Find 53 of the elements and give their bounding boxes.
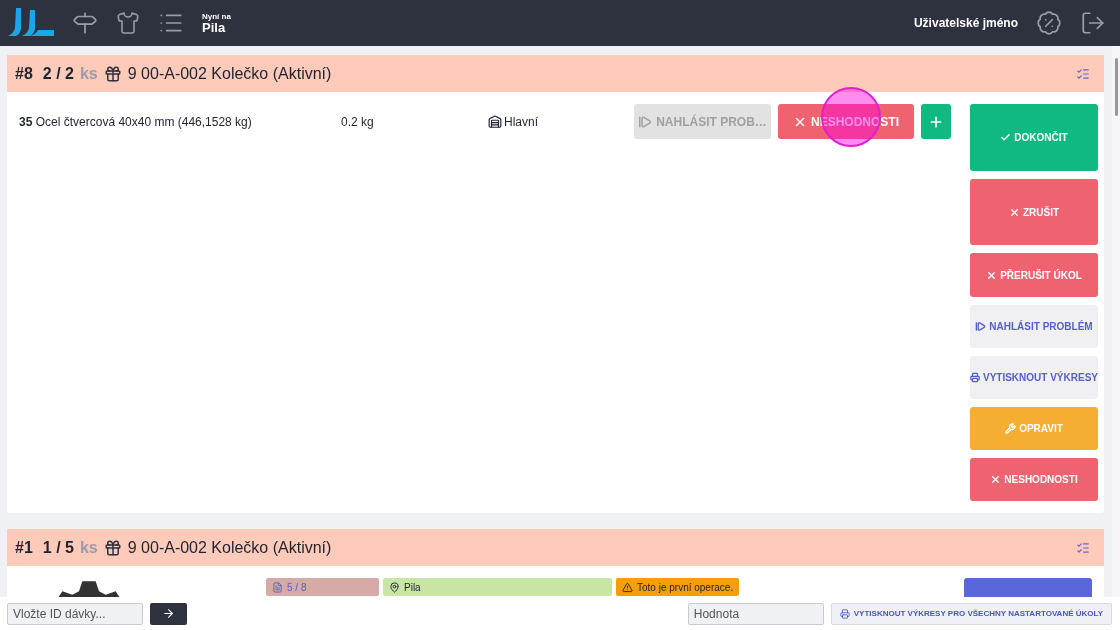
close-icon xyxy=(990,474,1002,485)
batch-id-field[interactable]: Vložte ID dávky... xyxy=(7,602,143,625)
value-field[interactable]: Hodnota xyxy=(687,602,824,625)
scrollbar[interactable] xyxy=(1112,46,1120,597)
signpost-icon[interactable] xyxy=(72,10,98,36)
product-name: 9 00-A-002 Kolečko (Aktivní) xyxy=(127,64,332,83)
gift-icon xyxy=(103,538,122,557)
percent-badge-icon[interactable] xyxy=(1036,10,1062,36)
print-all-button[interactable]: VYTISKNOUT VÝKRESY PRO VŠECHNY NASTARTOVANÉ ÚKOLY xyxy=(830,602,1112,625)
printer-icon xyxy=(970,372,980,383)
task-number: #8 xyxy=(15,64,33,83)
now-label: Nyní na xyxy=(202,12,231,21)
action-button[interactable]: ZRUŠIT xyxy=(970,179,1098,245)
check-icon xyxy=(1000,132,1012,143)
tag: Toto je první operace. xyxy=(616,578,740,596)
shelves-icon xyxy=(488,114,502,129)
row-action-button[interactable]: NESHODNOSTI xyxy=(778,104,914,139)
submit-button[interactable] xyxy=(150,602,187,625)
gift-icon xyxy=(103,64,122,83)
action-button[interactable]: OPRAVIT xyxy=(970,407,1098,450)
action-button[interactable]: VYTISKNOUT VÝKRESY xyxy=(970,356,1098,399)
arrow-icon xyxy=(162,607,175,620)
material-name: 35 Ocel čtvercová 40x40 mm (446,1528 kg) xyxy=(19,114,253,129)
action-button[interactable]: DOKONČIT xyxy=(970,104,1098,171)
printer-icon xyxy=(839,608,850,619)
tag: 5 / 8 xyxy=(266,578,379,596)
close-icon xyxy=(1008,206,1020,218)
close-icon xyxy=(986,269,998,281)
document-icon xyxy=(272,581,283,593)
pin-icon xyxy=(389,581,400,593)
task-number: #1 xyxy=(15,538,33,557)
unit: ks xyxy=(79,538,98,557)
action-button[interactable]: PŘERUŠIT ÚKOL xyxy=(970,253,1098,297)
warehouse-name: Hlavní xyxy=(504,114,538,129)
unit: ks xyxy=(79,64,98,83)
material-weight: 0.2 kg xyxy=(341,114,375,129)
warning-icon xyxy=(622,581,633,593)
product-name: 9 00-A-002 Kolečko (Aktivní) xyxy=(127,538,332,557)
logout-icon[interactable] xyxy=(1080,10,1106,36)
tag: Pila xyxy=(383,578,612,596)
wrench-icon xyxy=(1005,423,1017,434)
quantity: 2 / 2 xyxy=(42,64,74,83)
action-button[interactable]: NESHODNOSTI xyxy=(970,458,1098,501)
shirt-icon[interactable] xyxy=(116,11,140,35)
checklist-icon[interactable] xyxy=(1076,540,1090,555)
skip-icon xyxy=(638,114,653,129)
quantity: 1 / 5 xyxy=(42,538,74,557)
action-button[interactable]: NAHLÁSIT PROBLÉM xyxy=(970,305,1098,348)
checklist-icon[interactable] xyxy=(1076,66,1090,81)
logo xyxy=(8,8,54,38)
station-name: Pila xyxy=(202,20,227,34)
skip-icon xyxy=(975,321,987,332)
username: Uživatelské jméno xyxy=(913,16,1018,30)
